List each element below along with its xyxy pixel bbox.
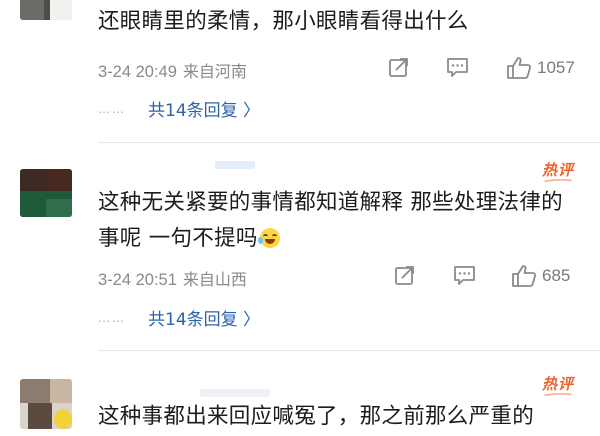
share-button[interactable] (388, 56, 410, 82)
comment-item: 热评 这种事都出来回应喊冤了，那之前那么严重的 (0, 351, 600, 436)
laugh-cry-emoji-icon (257, 228, 280, 248)
comment-icon (447, 58, 468, 77)
comment-meta-text: 3-24 20:51 来自山西 (98, 266, 247, 290)
avatar[interactable] (20, 0, 72, 20)
comment-button[interactable] (446, 56, 470, 82)
comment-location: 来自河南 (182, 62, 247, 81)
hot-badge-underline (544, 393, 572, 396)
comment-button[interactable] (453, 264, 477, 290)
comment-text: 这种无关紧要的事情都知道解释 那些处理法律的事呢 一句不提吗 (98, 185, 583, 257)
username-blurred[interactable] (200, 389, 270, 397)
comment-time: 3-24 20:49 (98, 63, 177, 81)
thumbs-up-icon (507, 57, 532, 79)
replies-row[interactable]: …… 共14条回复 〉 (98, 305, 298, 331)
share-icon (395, 266, 414, 285)
comment-item: 还眼睛里的柔情，那小眼睛看得出什么 3-24 20:49 来自河南 1057 ……… (0, 0, 600, 142)
share-icon (389, 58, 408, 77)
like-count: 685 (542, 266, 571, 285)
comment-meta: 3-24 20:51 来自山西 685 (98, 264, 583, 292)
avatar[interactable] (20, 379, 72, 429)
thumbs-up-icon (512, 265, 537, 287)
replies-dots: …… (98, 102, 126, 116)
comment-text-body: 这种无关紧要的事情都知道解释 那些处理法律的事呢 一句不提吗 (98, 190, 563, 251)
comment-meta: 3-24 20:49 来自河南 1057 (98, 56, 583, 84)
like-button[interactable]: 1057 (506, 56, 586, 82)
hot-badge-underline (544, 179, 572, 182)
hot-comment-badge: 热评 (541, 161, 574, 179)
replies-dots: …… (98, 311, 126, 325)
avatar[interactable] (20, 169, 72, 217)
like-button[interactable]: 685 (511, 264, 591, 290)
username-blurred[interactable] (215, 161, 255, 169)
view-replies-link[interactable]: 共14条回复 〉 (148, 305, 260, 330)
comment-text: 还眼睛里的柔情，那小眼睛看得出什么 (98, 9, 469, 34)
comment-item: 热评 这种无关紧要的事情都知道解释 那些处理法律的事呢 一句不提吗 3-24 2… (0, 143, 600, 350)
like-count: 1057 (537, 58, 575, 77)
comment-location: 来自山西 (182, 270, 247, 289)
share-button[interactable] (394, 264, 416, 290)
comment-meta-text: 3-24 20:49 来自河南 (98, 58, 247, 82)
comment-time: 3-24 20:51 (98, 271, 177, 289)
view-replies-link[interactable]: 共14条回复 〉 (148, 96, 260, 121)
comment-text: 这种事都出来回应喊冤了，那之前那么严重的 (98, 404, 535, 429)
replies-row[interactable]: …… 共14条回复 〉 (98, 96, 298, 122)
hot-comment-badge: 热评 (541, 375, 574, 393)
comment-icon (454, 266, 475, 285)
